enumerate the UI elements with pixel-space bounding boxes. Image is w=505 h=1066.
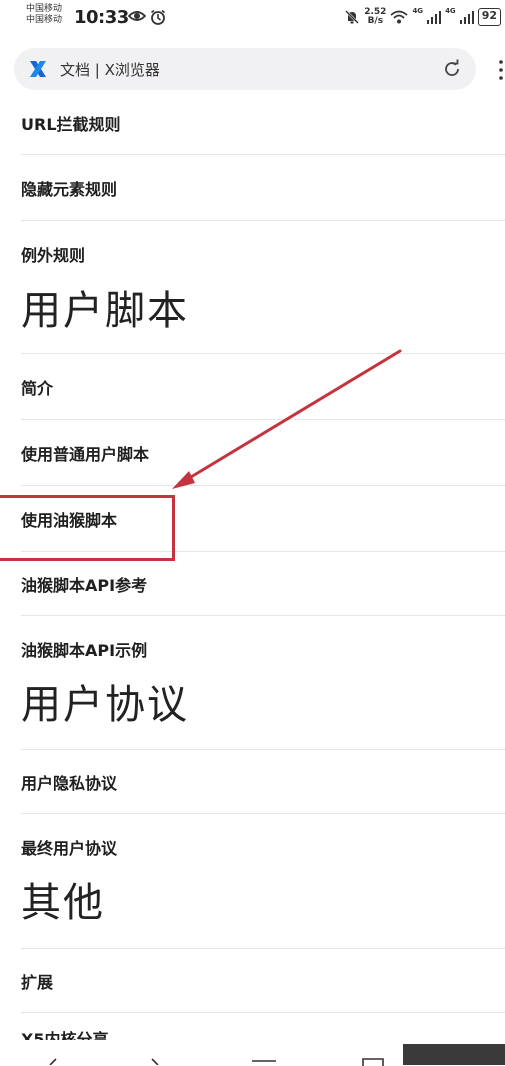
eye-icon <box>128 11 146 21</box>
section-heading-other: 其他 <box>21 880 105 926</box>
battery-indicator: 92 <box>477 8 501 26</box>
list-item-cutoff[interactable]: X5内核分享 <box>21 1026 108 1040</box>
status-bar: 中国移动 中国移动 10:33 2.52 B/s 4G 4G 92 <box>0 0 505 36</box>
x-browser-logo-icon <box>30 61 46 77</box>
list-item-label: 用户隐私协议 <box>21 773 118 793</box>
list-item-privacy-agreement[interactable]: 用户隐私协议 <box>21 750 505 814</box>
list-item-label: 简介 <box>21 378 54 398</box>
list-item-label: 油猴脚本API示例 <box>21 641 148 660</box>
carrier-2: 中国移动 <box>26 15 63 25</box>
more-menu-icon[interactable] <box>497 58 505 82</box>
list-item-url-block-rules[interactable]: URL拦截规则 <box>21 92 505 155</box>
alarm-clock-icon <box>151 9 165 25</box>
back-nav-icon[interactable] <box>40 1057 170 1065</box>
section-heading-agreement: 用户协议 <box>21 682 189 728</box>
address-bar[interactable]: 文档 | X浏览器 <box>14 48 476 90</box>
list-item-use-userscript[interactable]: 使用普通用户脚本 <box>21 420 505 486</box>
list-item-label: 最终用户协议 <box>21 839 118 858</box>
list-item-label: 隐藏元素规则 <box>21 179 118 199</box>
dark-overlay-block <box>403 1044 505 1065</box>
list-item-label: 例外规则 <box>21 246 86 265</box>
list-item-label: 使用普通用户脚本 <box>21 444 150 464</box>
carrier-1: 中国移动 <box>26 4 63 14</box>
carrier-info: 中国移动 中国移动 <box>26 4 62 26</box>
signal-1-icon <box>427 11 442 24</box>
list-item-intro[interactable]: 简介 <box>21 354 505 420</box>
list-item-label: URL拦截规则 <box>21 115 121 134</box>
list-item-label: 扩展 <box>21 972 54 992</box>
list-item-hide-element-rules[interactable]: 隐藏元素规则 <box>21 155 505 221</box>
clock: 10:33 <box>74 7 129 28</box>
mute-bell-icon <box>345 10 360 24</box>
list-item-tampermonkey-api-ref[interactable]: 油猴脚本API参考 <box>21 552 505 616</box>
reload-icon[interactable] <box>442 59 462 79</box>
status-right-group: 2.52 B/s 4G 4G 92 <box>344 6 501 28</box>
wifi-icon <box>390 10 409 24</box>
list-item-label: 油猴脚本API参考 <box>21 575 148 595</box>
signal-1-label: 4G <box>412 7 424 15</box>
menu-nav-icon[interactable] <box>252 1058 276 1064</box>
page-title: 文档 | X浏览器 <box>60 60 160 79</box>
signal-2-icon <box>459 11 474 24</box>
list-item-extensions[interactable]: 扩展 <box>21 949 505 1013</box>
annotation-highlight-box <box>0 495 175 561</box>
signal-2-label: 4G <box>445 7 456 15</box>
net-speed-unit: B/s <box>367 16 384 26</box>
section-heading-userscript: 用户脚本 <box>21 288 189 334</box>
net-speed: 2.52 B/s <box>364 8 386 26</box>
